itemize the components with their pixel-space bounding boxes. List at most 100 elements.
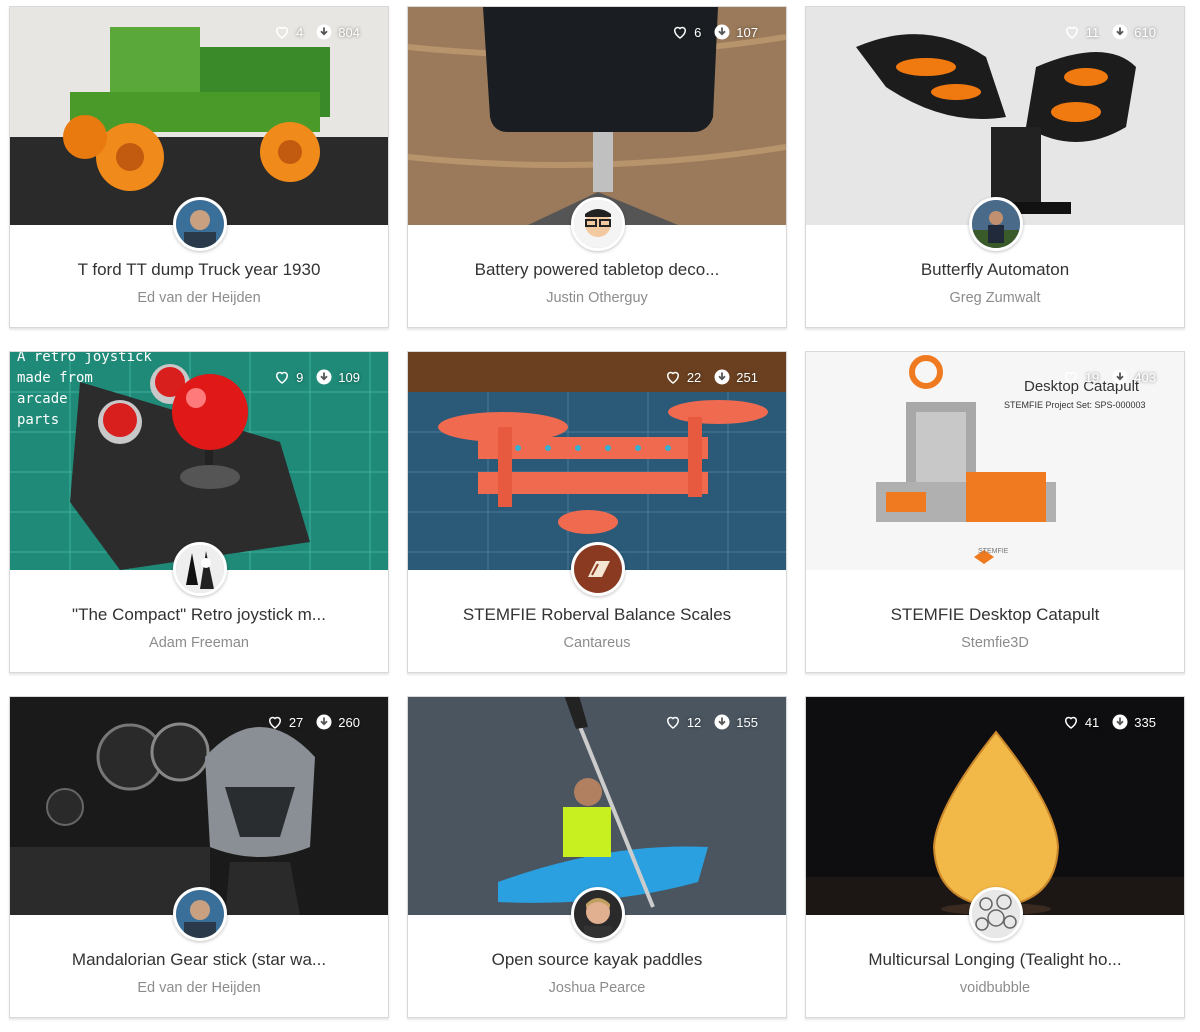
model-card[interactable]: 22 251 STEMFIE Roberval Balance Scales C…	[407, 351, 787, 673]
downloads-count: 403	[1134, 369, 1156, 385]
model-thumbnail[interactable]: Desktop Catapult STEMFIE Project Set: SP…	[806, 352, 1184, 570]
likes-stat[interactable]: 4	[273, 23, 303, 41]
download-circle-icon	[714, 369, 730, 385]
model-author[interactable]: Cantareus	[428, 635, 766, 651]
avatar[interactable]	[969, 887, 1023, 941]
model-card[interactable]: 12 155 Open source kayak paddles Joshua …	[407, 696, 787, 1018]
likes-count: 12	[686, 714, 702, 730]
model-thumbnail[interactable]: 41 335	[806, 697, 1184, 915]
heart-outline-icon	[276, 26, 289, 39]
model-thumbnail[interactable]: 11 610	[806, 7, 1184, 225]
image-caption-line: A retro joystick	[17, 352, 152, 365]
avatar[interactable]	[173, 197, 227, 251]
model-author[interactable]: Joshua Pearce	[428, 980, 766, 996]
avatar[interactable]	[969, 197, 1023, 251]
avatar[interactable]	[173, 542, 227, 596]
model-thumbnail[interactable]: 12 155	[408, 697, 786, 915]
model-title[interactable]: "The Compact" Retro joystick m...	[30, 605, 368, 625]
avatar[interactable]	[173, 887, 227, 941]
downloads-stat[interactable]: 610	[1111, 23, 1156, 41]
likes-stat[interactable]: 27	[266, 713, 303, 731]
model-title[interactable]: Butterfly Automaton	[826, 260, 1164, 280]
heart-outline-icon	[674, 26, 687, 39]
model-title[interactable]: T ford TT dump Truck year 1930	[30, 260, 368, 280]
downloads-stat[interactable]: 251	[713, 368, 758, 386]
model-title[interactable]: Multicursal Longing (Tealight ho...	[826, 950, 1164, 970]
download-circle-icon	[316, 24, 332, 40]
image-caption-line: made from	[17, 370, 93, 386]
model-card[interactable]: 11 610 Butterfly Automaton Greg Zumwalt	[805, 6, 1185, 328]
likes-stat[interactable]: 12	[664, 713, 701, 731]
likes-count: 41	[1084, 714, 1100, 730]
model-author[interactable]: Ed van der Heijden	[30, 980, 368, 996]
likes-count: 6	[694, 24, 702, 40]
heart-outline-icon	[666, 716, 679, 729]
downloads-stat[interactable]: 109	[315, 368, 360, 386]
downloads-count: 610	[1134, 24, 1156, 40]
download-circle-icon	[714, 24, 730, 40]
downloads-stat[interactable]: 804	[315, 23, 360, 41]
heart-outline-icon	[666, 371, 679, 384]
heart-outline-icon	[276, 371, 289, 384]
downloads-stat[interactable]: 335	[1111, 713, 1156, 731]
downloads-count: 335	[1134, 714, 1156, 730]
likes-count: 9	[296, 369, 304, 385]
image-caption-line: parts	[17, 412, 60, 428]
likes-count: 27	[288, 714, 304, 730]
model-title[interactable]: STEMFIE Roberval Balance Scales	[428, 605, 766, 625]
downloads-count: 109	[338, 369, 360, 385]
model-author[interactable]: voidbubble	[826, 980, 1164, 996]
downloads-count: 155	[736, 714, 758, 730]
likes-stat[interactable]: 22	[664, 368, 701, 386]
model-author[interactable]: Stemfie3D	[826, 635, 1164, 651]
likes-stat[interactable]: 11	[1063, 23, 1100, 41]
downloads-count: 260	[338, 714, 360, 730]
model-thumbnail[interactable]: 6 107	[408, 7, 786, 225]
heart-outline-icon	[268, 716, 281, 729]
model-thumbnail[interactable]: 22 251	[408, 352, 786, 570]
likes-count: 19	[1084, 369, 1100, 385]
downloads-stat[interactable]: 403	[1111, 368, 1156, 386]
likes-count: 22	[686, 369, 702, 385]
downloads-stat[interactable]: 107	[713, 23, 758, 41]
heart-outline-icon	[1064, 371, 1077, 384]
heart-outline-icon	[1064, 716, 1077, 729]
model-card[interactable]: Desktop Catapult STEMFIE Project Set: SP…	[805, 351, 1185, 673]
likes-stat[interactable]: 6	[671, 23, 701, 41]
model-author[interactable]: Greg Zumwalt	[826, 290, 1164, 306]
model-card[interactable]: 4 804 T ford TT dump Truck year 1930 Ed …	[9, 6, 389, 328]
model-thumbnail[interactable]: A retro joystick made from arcade parts …	[10, 352, 388, 570]
likes-count: 11	[1085, 24, 1100, 40]
model-thumbnail[interactable]: 27 260	[10, 697, 388, 915]
model-title[interactable]: Battery powered tabletop deco...	[428, 260, 766, 280]
model-card[interactable]: 27 260 Mandalorian Gear stick (star wa..…	[9, 696, 389, 1018]
download-circle-icon	[316, 369, 332, 385]
download-circle-icon	[1112, 714, 1128, 730]
image-caption-line: arcade	[17, 391, 68, 407]
model-author[interactable]: Justin Otherguy	[428, 290, 766, 306]
downloads-stat[interactable]: 155	[713, 713, 758, 731]
likes-stat[interactable]: 41	[1062, 713, 1099, 731]
download-circle-icon	[1112, 369, 1128, 385]
downloads-count: 804	[338, 24, 360, 40]
avatar[interactable]	[571, 887, 625, 941]
likes-stat[interactable]: 9	[273, 368, 303, 386]
avatar[interactable]	[571, 197, 625, 251]
download-circle-icon	[1112, 24, 1128, 40]
avatar[interactable]	[571, 542, 625, 596]
likes-stat[interactable]: 19	[1062, 368, 1099, 386]
model-card[interactable]: 41 335 Multicursal Longing (Tealight ho.…	[805, 696, 1185, 1018]
model-author[interactable]: Adam Freeman	[30, 635, 368, 651]
model-thumbnail[interactable]: 4 804	[10, 7, 388, 225]
model-card[interactable]: 6 107 Battery powered tabletop deco... J…	[407, 6, 787, 328]
model-title[interactable]: STEMFIE Desktop Catapult	[826, 605, 1164, 625]
model-title[interactable]: Mandalorian Gear stick (star wa...	[30, 950, 368, 970]
download-circle-icon	[316, 714, 332, 730]
downloads-count: 251	[736, 369, 758, 385]
model-author[interactable]: Ed van der Heijden	[30, 290, 368, 306]
model-card[interactable]: A retro joystick made from arcade parts …	[9, 351, 389, 673]
downloads-stat[interactable]: 260	[315, 713, 360, 731]
model-title[interactable]: Open source kayak paddles	[428, 950, 766, 970]
download-circle-icon	[714, 714, 730, 730]
image-logo-text: STEMFIE	[978, 548, 1009, 555]
